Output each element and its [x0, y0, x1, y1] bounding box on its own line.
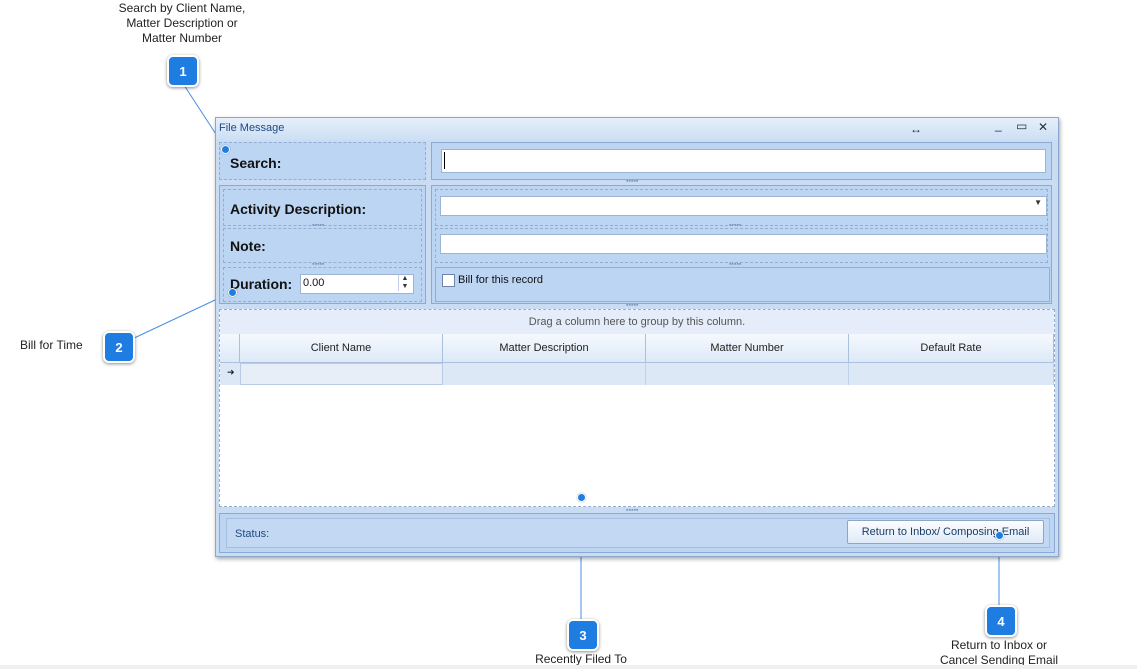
callout-3-badge: 3 [567, 619, 599, 651]
column-header-matter-description[interactable]: Matter Description [443, 334, 646, 363]
group-by-panel[interactable]: Drag a column here to group by this colu… [220, 310, 1054, 334]
file-message-window: File Message ↔ _ ▭ ✕ Search: ▪▪▪▪▪ Activ… [215, 117, 1059, 557]
group-by-hint: Drag a column here to group by this colu… [528, 316, 746, 328]
status-bar: Status: Return to Inbox/ Composing Email [219, 513, 1055, 553]
callout-2-badge: 2 [103, 331, 135, 363]
activity-description-dropdown[interactable]: ▼ [440, 196, 1047, 216]
text-cursor [444, 152, 445, 169]
note-label: Note: [230, 238, 266, 254]
column-header-client-name[interactable]: Client Name [240, 334, 443, 363]
maximize-icon[interactable]: ▭ [1016, 119, 1027, 133]
status-label: Status: [235, 528, 270, 540]
search-input[interactable] [441, 149, 1046, 173]
recent-matters-grid: Drag a column here to group by this colu… [219, 309, 1055, 507]
splitter-grip[interactable]: ▪▪▪▪▪ [626, 302, 638, 309]
table-cell[interactable] [443, 363, 646, 385]
bill-checkbox-label[interactable]: Bill for this record [458, 274, 543, 286]
row-selector-icon: ➜ [227, 367, 235, 377]
activity-field-box: ▼ [435, 189, 1048, 226]
bill-box: Bill for this record [435, 267, 1050, 302]
search-field-panel [431, 142, 1052, 180]
row-indicator-header [220, 334, 240, 363]
table-cell[interactable] [849, 363, 1054, 385]
callout-2-text: Bill for Time [20, 338, 83, 352]
note-label-box: Note: [223, 228, 422, 263]
fields-panel: ▼ ▪▪▪▪▪ ▪▪▪▪▪ Bill for this record [431, 185, 1052, 304]
column-header-default-rate[interactable]: Default Rate [849, 334, 1054, 363]
resize-icon[interactable]: ↔ [910, 122, 922, 136]
bottom-divider [0, 665, 1137, 669]
minimize-icon[interactable]: _ [995, 118, 1002, 132]
duration-box: Duration: 0.00 ▲ ▼ [223, 267, 422, 302]
labels-panel: Activity Description: ▪▪▪▪▪ Note: ▪▪▪▪▪ … [219, 185, 426, 304]
return-to-inbox-button[interactable]: Return to Inbox/ Composing Email [847, 520, 1044, 544]
callout-4-badge: 4 [985, 605, 1017, 637]
callout-4-anchor [995, 531, 1004, 540]
callout-2-anchor [228, 288, 237, 297]
table-cell[interactable] [646, 363, 849, 385]
duration-value: 0.00 [303, 277, 325, 289]
callout-1-badge: 1 [167, 55, 199, 87]
search-label: Search: [230, 155, 282, 171]
close-icon[interactable]: ✕ [1038, 120, 1048, 134]
duration-label: Duration: [230, 276, 293, 292]
callout-1-anchor [221, 145, 230, 154]
window-title: File Message [219, 122, 285, 134]
window-titlebar: File Message ↔ _ ▭ ✕ [216, 118, 1058, 140]
duration-stepper[interactable]: 0.00 ▲ ▼ [300, 274, 414, 294]
search-label-panel: Search: [219, 142, 426, 180]
column-header-matter-number[interactable]: Matter Number [646, 334, 849, 363]
table-cell[interactable] [240, 363, 443, 385]
stepper-arrows-icon[interactable]: ▲ ▼ [398, 275, 411, 291]
activity-description-label: Activity Description: [230, 201, 367, 217]
chevron-down-icon[interactable]: ▼ [1034, 198, 1042, 207]
bill-checkbox[interactable] [442, 274, 455, 287]
splitter-grip[interactable]: ▪▪▪▪▪ [626, 178, 638, 185]
note-field-box [435, 228, 1048, 263]
callout-3-anchor [577, 493, 586, 502]
callout-4-text: Return to Inbox or Cancel Sending Email [939, 638, 1059, 667]
activity-label-box: Activity Description: [223, 189, 422, 226]
table-row[interactable]: ➜ [220, 363, 1054, 385]
note-input[interactable] [440, 234, 1047, 254]
callout-1-text: Search by Client Name, Matter Descriptio… [118, 1, 246, 45]
